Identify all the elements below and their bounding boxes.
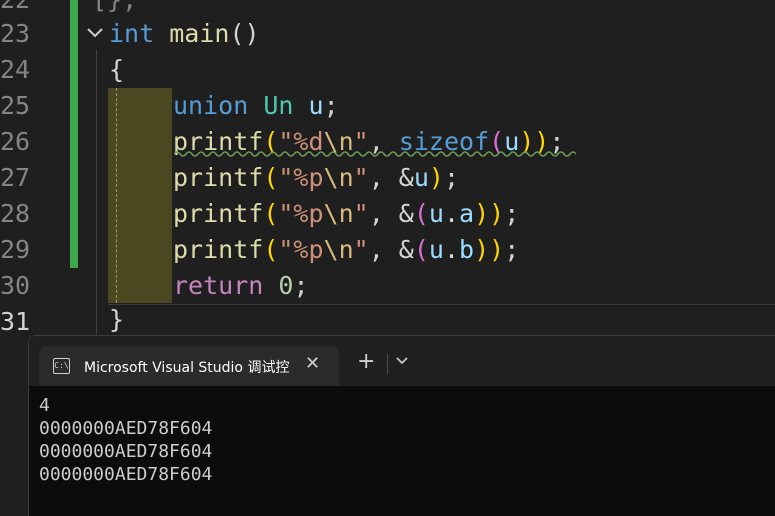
debug-console-window[interactable]: C:\ Microsoft Visual Studio 调试控 ✕ + 4 00… [28, 335, 775, 516]
string-part: "%p [278, 163, 324, 192]
chevron-down-icon [396, 357, 408, 365]
string-end: " [353, 235, 369, 264]
string-end: " [353, 199, 369, 228]
variable-u: u [428, 199, 444, 228]
string-part: "%p [278, 235, 324, 264]
code-line-24: { [109, 55, 125, 84]
terminal-icon: C:\ [53, 358, 70, 374]
semicolon: ; [504, 199, 520, 228]
parens: () [229, 19, 260, 48]
member-a: a [459, 199, 475, 228]
line-number-active: 31 [0, 307, 31, 336]
number-zero: 0 [278, 271, 294, 300]
keyword-int: int [109, 19, 155, 48]
indent-dash-guide [116, 88, 117, 303]
code-line-31: } [109, 305, 125, 334]
console-tab[interactable]: C:\ Microsoft Visual Studio 调试控 ✕ [39, 346, 339, 386]
function-printf: printf [173, 199, 264, 228]
paren-close: )) [474, 235, 505, 264]
current-line-highlight [108, 304, 775, 336]
paren-open: ( [263, 199, 279, 228]
variable-u: u [413, 163, 429, 192]
console-titlebar[interactable]: C:\ Microsoft Visual Studio 调试控 ✕ + [29, 336, 775, 386]
string-end: " [353, 163, 369, 192]
line-number: 28 [0, 199, 31, 228]
tab-divider [387, 354, 388, 374]
indent-guide [96, 50, 97, 335]
paren-open-2: ( [413, 199, 429, 228]
line-number: 23 [0, 19, 31, 48]
type-un: Un [263, 91, 294, 120]
close-icon[interactable]: ✕ [305, 353, 320, 374]
address-of: , & [368, 163, 414, 192]
line-number: 29 [0, 235, 31, 264]
address-of: , & [368, 199, 414, 228]
semicolon: ; [293, 271, 309, 300]
chevron-down-icon[interactable] [86, 22, 106, 44]
console-output-line: 4 [39, 395, 50, 416]
function-printf: printf [173, 235, 264, 264]
line-number: 27 [0, 163, 31, 192]
line-number: 30 [0, 271, 31, 300]
paren-open-2: ( [413, 235, 429, 264]
code-line-28: printf("%p\n", &(u.a)); [173, 196, 519, 232]
member-b: b [459, 235, 475, 264]
console-output-line: 0000000AED78F604 [39, 464, 213, 485]
code-line-30: return 0; [173, 268, 309, 304]
code-line-29: printf("%p\n", &(u.b)); [173, 232, 519, 268]
code-line-23: int main() [109, 16, 260, 52]
semicolon: ; [504, 235, 520, 264]
escape-seq: \n [323, 199, 354, 228]
indent-highlight [108, 88, 172, 303]
dot: . [443, 199, 460, 228]
paren-open: ( [263, 235, 279, 264]
variable-u: u [308, 91, 324, 120]
semicolon: ; [323, 91, 339, 120]
keyword-union: union [173, 91, 249, 120]
dropdown-button[interactable] [395, 353, 409, 369]
variable-u: u [428, 235, 444, 264]
console-output-line: 0000000AED78F604 [39, 441, 213, 462]
escape-seq: \n [323, 163, 354, 192]
paren-close: ) [428, 163, 444, 192]
line-number: 24 [0, 55, 31, 84]
code-line-25: union Un u; [173, 88, 339, 124]
git-change-indicator [70, 0, 78, 268]
paren-open: ( [263, 163, 279, 192]
paren-close: )) [474, 199, 505, 228]
console-tab-title: Microsoft Visual Studio 调试控 [84, 360, 290, 376]
new-tab-button[interactable]: + [357, 351, 375, 373]
function-main: main [169, 19, 230, 48]
escape-seq: \n [323, 235, 354, 264]
warning-squiggle[interactable] [174, 150, 576, 158]
string-part: "%p [278, 199, 324, 228]
function-printf: printf [173, 163, 264, 192]
address-of: , & [368, 235, 414, 264]
console-output-line: 0000000AED78F604 [39, 418, 213, 439]
line-number: 26 [0, 127, 31, 156]
keyword-return: return [173, 271, 264, 300]
semicolon: ; [443, 163, 460, 192]
code-line-27: printf("%p\n", &u); [173, 160, 459, 196]
dot: . [443, 235, 460, 264]
line-number: 25 [0, 91, 31, 120]
